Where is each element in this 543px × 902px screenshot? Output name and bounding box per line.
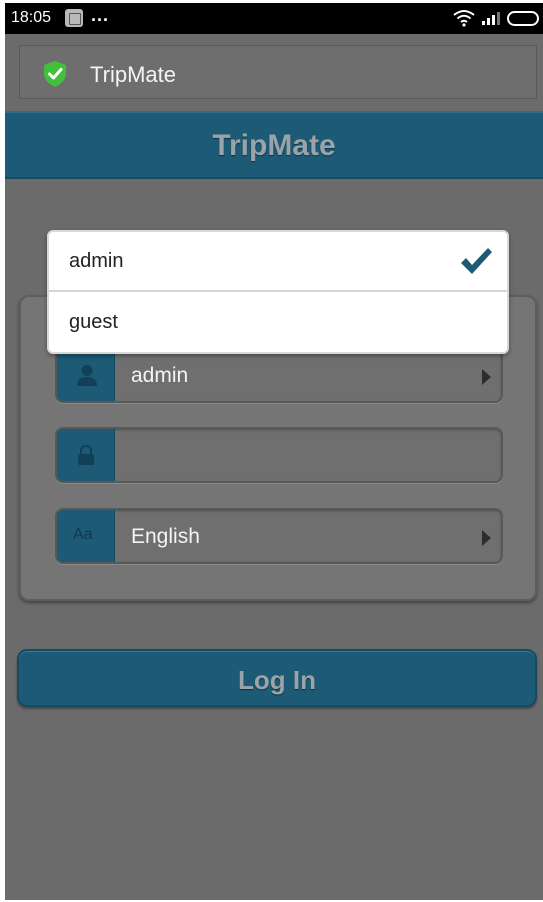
login-button-label: Log In xyxy=(238,665,316,695)
lock-icon xyxy=(78,445,94,465)
username-dropdown: admin guest xyxy=(47,230,509,354)
app-banner-title: TripMate xyxy=(90,62,176,87)
dropdown-option-label: guest xyxy=(69,311,118,333)
language-icon-box: Aa xyxy=(57,510,115,562)
username-arrow-icon xyxy=(482,369,491,385)
battery-icon xyxy=(507,11,539,26)
phone-screen: 18:05 ... TripMate TripMate admin Aa Eng… xyxy=(5,3,543,900)
title-bar: TripMate xyxy=(5,111,543,179)
username-icon-box xyxy=(57,349,115,401)
page-title: TripMate xyxy=(212,129,336,162)
status-bar: 18:05 ... xyxy=(5,3,543,34)
font-icon: Aa xyxy=(73,526,93,543)
language-value: English xyxy=(131,525,200,548)
dropdown-option-admin[interactable]: admin xyxy=(49,232,507,292)
username-value: admin xyxy=(131,364,189,387)
password-icon-box xyxy=(57,429,115,481)
language-arrow-icon xyxy=(482,530,491,546)
dropdown-option-guest[interactable]: guest xyxy=(49,293,507,352)
wifi-icon xyxy=(453,10,475,27)
dropdown-option-label: admin xyxy=(69,250,124,272)
language-select[interactable]: Aa English xyxy=(55,508,503,564)
checkmark-icon xyxy=(461,248,492,274)
user-icon xyxy=(77,365,97,386)
password-input[interactable] xyxy=(55,427,503,483)
status-time: 18:05 xyxy=(11,9,52,26)
app-banner: TripMate xyxy=(19,45,537,99)
shield-check-icon xyxy=(44,61,66,87)
signal-strength-icon xyxy=(482,12,500,25)
notification-more-indicator: ... xyxy=(91,5,110,25)
username-select[interactable]: admin xyxy=(55,347,503,403)
login-button[interactable]: Log In xyxy=(17,649,537,707)
sim-card-icon xyxy=(65,9,83,27)
